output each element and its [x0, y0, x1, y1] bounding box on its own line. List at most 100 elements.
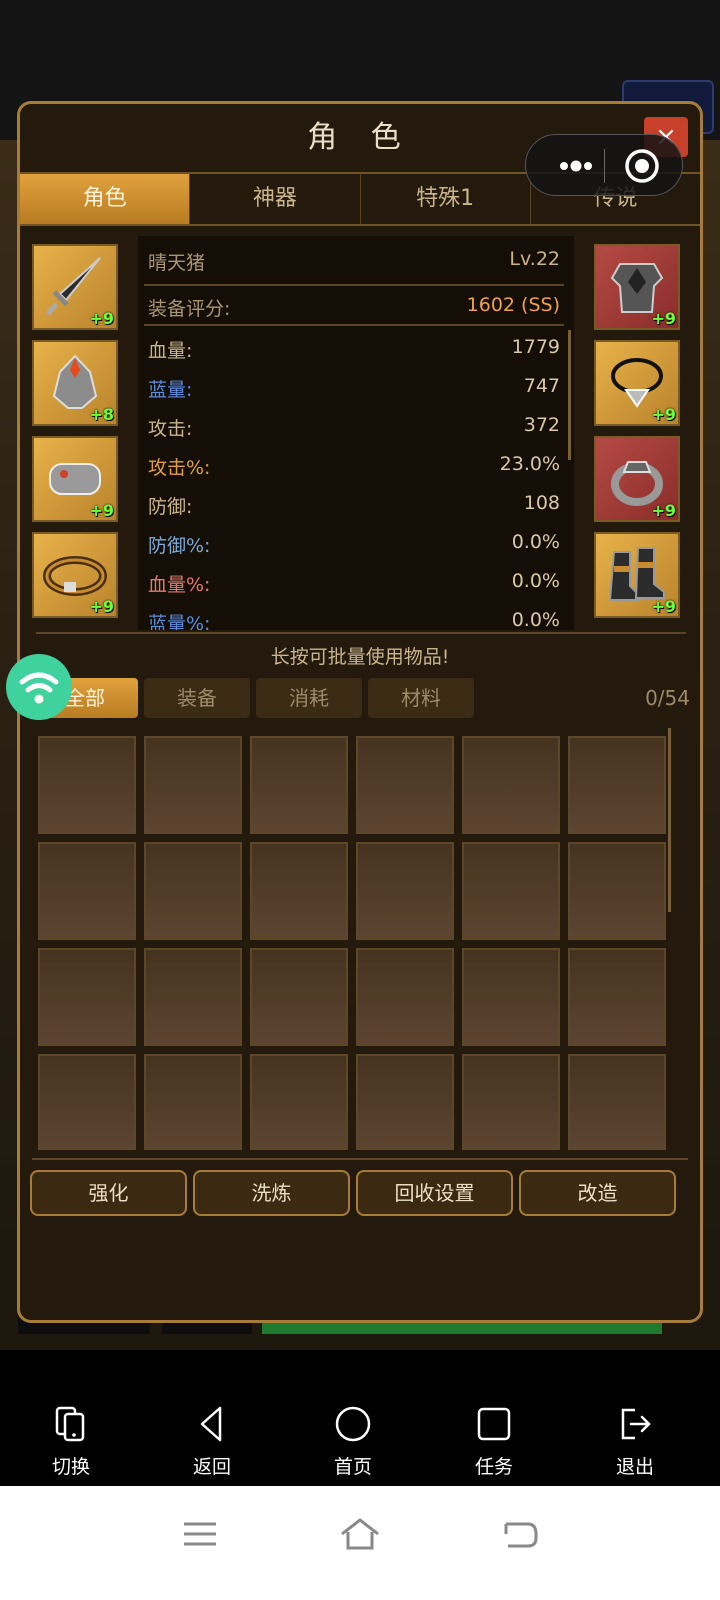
nav-tasks[interactable]: 任务	[444, 1404, 544, 1479]
character-level: Lv.22	[509, 248, 560, 270]
inventory-cell[interactable]	[144, 736, 242, 834]
inventory-cell[interactable]	[462, 948, 560, 1046]
equip-slot-helmet[interactable]: +8	[32, 340, 118, 426]
nav-switch[interactable]: 切换	[21, 1404, 121, 1479]
equip-slot-necklace[interactable]: +9	[594, 340, 680, 426]
enhance-level: +9	[651, 501, 676, 520]
inventory-cell[interactable]	[462, 736, 560, 834]
nav-label: 退出	[615, 1456, 654, 1478]
enhance-level: +9	[89, 501, 114, 520]
stat-row-attack: 攻击: 372	[148, 414, 560, 444]
stat-row-hp: 血量: 1779	[148, 336, 560, 366]
menu-icon[interactable]	[178, 1512, 222, 1556]
inventory-cell[interactable]	[38, 948, 136, 1046]
inventory-cell[interactable]	[568, 736, 666, 834]
inventory-cell[interactable]	[250, 948, 348, 1046]
stat-value: 0.0%	[511, 531, 560, 553]
nav-label: 首页	[333, 1456, 372, 1478]
refine-button[interactable]: 洗炼	[193, 1170, 350, 1216]
score-value: 1602 (SS)	[466, 294, 560, 316]
inventory-cell[interactable]	[462, 842, 560, 940]
equip-slot-boots[interactable]: +9	[594, 532, 680, 618]
inventory-cell[interactable]	[250, 736, 348, 834]
equip-slot-weapon[interactable]: +9	[32, 244, 118, 330]
filter-material[interactable]: 材料	[368, 678, 474, 718]
stat-row-mp: 蓝量: 747	[148, 375, 560, 405]
stat-value: 0.0%	[511, 609, 560, 630]
nav-exit[interactable]: 退出	[585, 1404, 685, 1479]
stat-row-hp-pct: 血量%: 0.0%	[148, 570, 560, 600]
stat-row-attack-pct: 攻击%: 23.0%	[148, 453, 560, 483]
stat-value: 1779	[511, 336, 560, 358]
wifi-float-button[interactable]	[6, 654, 72, 720]
record-circle-icon[interactable]	[624, 148, 660, 184]
inventory-cell[interactable]	[250, 1054, 348, 1150]
equip-slot-ring[interactable]: +9	[594, 436, 680, 522]
stat-value: 0.0%	[511, 570, 560, 592]
stat-label: 血量%:	[148, 574, 211, 596]
modify-button[interactable]: 改造	[519, 1170, 676, 1216]
equip-slot-belt[interactable]: +9	[32, 532, 118, 618]
inventory-hint: 长按可批量使用物品!	[270, 646, 450, 668]
nav-home[interactable]: 首页	[303, 1404, 403, 1479]
character-name: 晴天猪	[148, 252, 206, 274]
inventory-cell[interactable]	[250, 842, 348, 940]
inventory-cell[interactable]	[144, 842, 242, 940]
more-dots-icon[interactable]	[544, 135, 604, 197]
inventory-cell[interactable]	[356, 736, 454, 834]
equip-slot-armor[interactable]: +9	[594, 244, 680, 330]
stat-label: 防御:	[148, 496, 193, 518]
inventory-scrollbar[interactable]	[668, 728, 671, 912]
recycle-settings-button[interactable]: 回收设置	[356, 1170, 513, 1216]
divider	[36, 632, 686, 634]
stats-panel[interactable]: 晴天猪 Lv.22 装备评分: 1602 (SS) 血量: 1779 蓝量: 7…	[138, 236, 574, 630]
stat-label: 蓝量%:	[148, 613, 211, 630]
back-triangle-icon	[200, 1406, 222, 1442]
inventory-cell[interactable]	[568, 948, 666, 1046]
inventory-cell[interactable]	[144, 948, 242, 1046]
inventory-count: 0/54	[645, 686, 690, 710]
filter-equipment[interactable]: 装备	[144, 678, 250, 718]
divider	[144, 284, 564, 286]
enhance-level: +8	[89, 405, 114, 424]
score-label: 装备评分:	[148, 298, 231, 320]
inventory-cell[interactable]	[38, 736, 136, 834]
nav-label: 返回	[192, 1456, 231, 1478]
task-square-icon	[477, 1407, 511, 1441]
enhance-level: +9	[651, 309, 676, 328]
nav-back[interactable]: 返回	[162, 1404, 262, 1479]
character-header: 晴天猪 Lv.22	[148, 248, 560, 278]
enhance-level: +9	[89, 309, 114, 328]
inventory-cell[interactable]	[38, 1054, 136, 1150]
inventory-cell[interactable]	[568, 842, 666, 940]
phone-switch-icon	[55, 1406, 85, 1442]
tab-special[interactable]: 特殊1	[361, 174, 531, 224]
back-icon[interactable]	[498, 1512, 542, 1556]
inventory-cell[interactable]	[38, 842, 136, 940]
inventory-cell[interactable]	[462, 1054, 560, 1150]
enhance-level: +9	[651, 405, 676, 424]
home-icon[interactable]	[338, 1512, 382, 1556]
stat-label: 攻击%:	[148, 457, 211, 479]
stat-row-defense-pct: 防御%: 0.0%	[148, 531, 560, 561]
stat-label: 攻击:	[148, 418, 193, 440]
stat-label: 防御%:	[148, 535, 211, 557]
filter-consumable[interactable]: 消耗	[256, 678, 362, 718]
tab-character[interactable]: 角色	[20, 174, 191, 224]
inventory-cell[interactable]	[356, 948, 454, 1046]
inventory-cell[interactable]	[356, 1054, 454, 1150]
tab-artifact[interactable]: 神器	[190, 174, 361, 224]
inventory-cell[interactable]	[568, 1054, 666, 1150]
nav-label: 切换	[51, 1456, 90, 1478]
enhance-level: +9	[651, 597, 676, 616]
system-nav-bar	[0, 1486, 720, 1600]
enhance-button[interactable]: 强化	[30, 1170, 187, 1216]
stats-scrollbar[interactable]	[568, 330, 571, 460]
score-row: 装备评分: 1602 (SS)	[148, 294, 560, 324]
inventory-cell[interactable]	[144, 1054, 242, 1150]
inventory-cell[interactable]	[356, 842, 454, 940]
stat-label: 血量:	[148, 340, 193, 362]
stat-row-defense: 防御: 108	[148, 492, 560, 522]
equip-slot-bracer[interactable]: +9	[32, 436, 118, 522]
stat-value: 372	[523, 414, 560, 436]
